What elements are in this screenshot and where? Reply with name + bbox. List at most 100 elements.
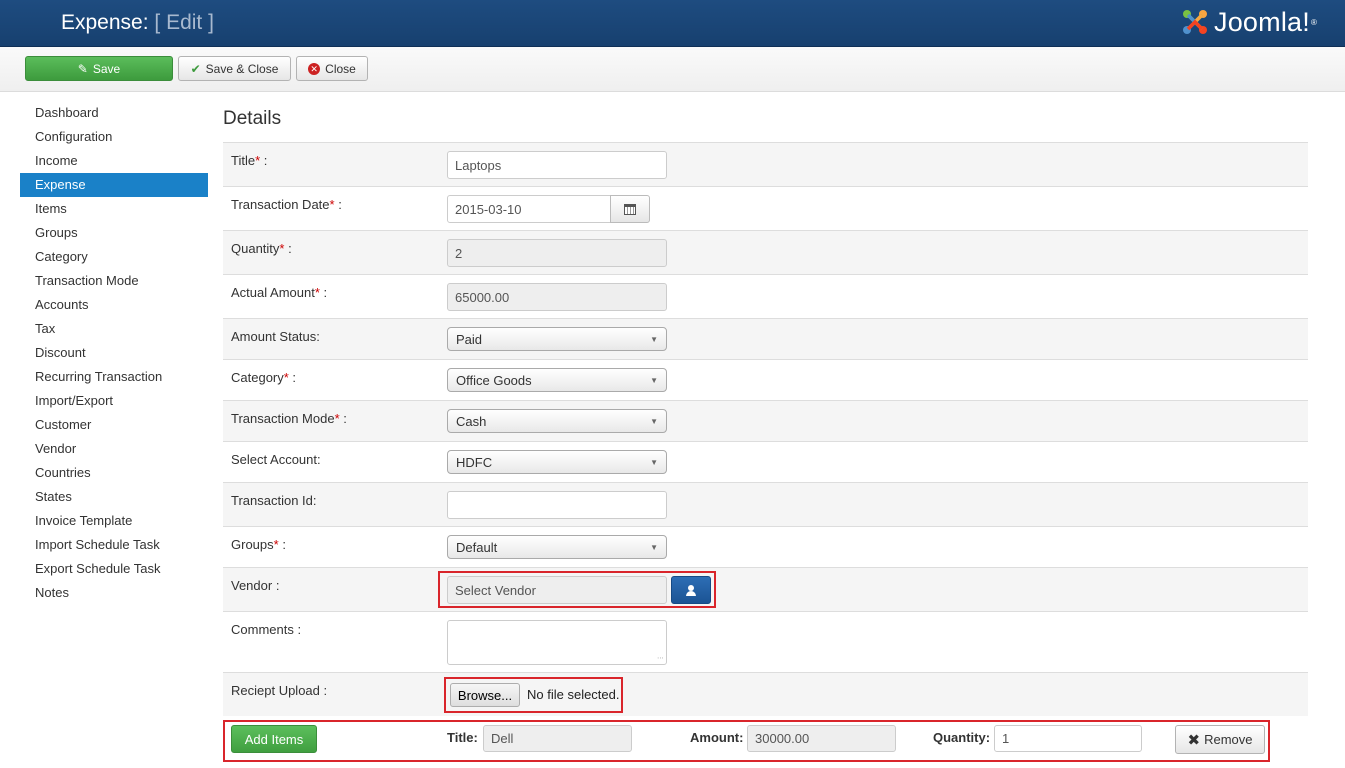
sidebar-item-export-schedule-task[interactable]: Export Schedule Task xyxy=(20,557,208,581)
groups-value: Default xyxy=(456,539,498,555)
label-colon: : xyxy=(334,197,342,212)
quantity-label-text: Quantity xyxy=(231,241,280,256)
sidebar-item-items[interactable]: Items xyxy=(20,197,208,221)
transaction-date-label: Transaction Date* : xyxy=(231,197,342,212)
sidebar-item-groups[interactable]: Groups xyxy=(20,221,208,245)
comments-textarea[interactable]: ⋯ xyxy=(447,620,667,665)
close-button[interactable]: ✕ Close xyxy=(296,56,368,81)
joomla-logo-icon xyxy=(1183,10,1207,34)
sidebar-nav: Dashboard Configuration Income Expense I… xyxy=(20,101,208,605)
form-row-comments: Comments : ⋯ xyxy=(223,611,1308,672)
transaction-id-label: Transaction Id: xyxy=(231,493,317,508)
chevron-down-icon: ▼ xyxy=(650,375,658,385)
save-close-button[interactable]: ✔ Save & Close xyxy=(178,56,291,81)
sidebar-item-countries[interactable]: Countries xyxy=(20,461,208,485)
sidebar-item-category[interactable]: Category xyxy=(20,245,208,269)
category-select[interactable]: Office Goods ▼ xyxy=(447,368,667,392)
label-colon: : xyxy=(339,411,347,426)
receipt-upload-label: Reciept Upload : xyxy=(231,683,328,698)
sidebar-item-tax[interactable]: Tax xyxy=(20,317,208,341)
sidebar-item-income[interactable]: Income xyxy=(20,149,208,173)
browse-button[interactable]: Browse... xyxy=(450,683,520,707)
save-close-button-label: Save & Close xyxy=(205,61,279,76)
transaction-id-input[interactable] xyxy=(447,491,667,519)
sidebar-item-accounts[interactable]: Accounts xyxy=(20,293,208,317)
chevron-down-icon: ▼ xyxy=(650,542,658,552)
transaction-mode-label-text: Transaction Mode xyxy=(231,411,335,426)
form-row-transaction-mode: Transaction Mode* : Cash ▼ xyxy=(223,400,1308,441)
comments-label: Comments : xyxy=(231,622,302,637)
title-label-text: Title xyxy=(231,153,256,168)
section-title: Details xyxy=(223,108,282,129)
actual-amount-input[interactable]: 65000.00 xyxy=(447,283,667,311)
file-status-text: No file selected. xyxy=(527,687,620,702)
calendar-button[interactable] xyxy=(610,195,650,223)
transaction-mode-select[interactable]: Cash ▼ xyxy=(447,409,667,433)
category-value: Office Goods xyxy=(456,372,532,388)
joomla-logo-text: Joomla! xyxy=(1214,6,1310,37)
sidebar-item-dashboard[interactable]: Dashboard xyxy=(20,101,208,125)
transaction-date-input[interactable]: 2015-03-10 xyxy=(447,195,611,223)
add-items-button[interactable]: Add Items xyxy=(231,725,317,753)
label-colon: : xyxy=(288,370,297,385)
title-input[interactable]: Laptops xyxy=(447,151,667,179)
transaction-date-label-text: Transaction Date xyxy=(231,197,330,212)
user-icon xyxy=(686,584,696,596)
form-row-vendor: Vendor : Select Vendor xyxy=(223,567,1308,611)
groups-label-text: Groups xyxy=(231,537,274,552)
item-amount-label: Amount: xyxy=(690,730,744,745)
edit-square-icon: ✎ xyxy=(77,61,88,76)
groups-label: Groups* : xyxy=(231,537,286,552)
check-icon: ✔ xyxy=(190,61,201,76)
chevron-down-icon: ▼ xyxy=(650,334,658,344)
select-account-select[interactable]: HDFC ▼ xyxy=(447,450,667,474)
form-row-category: Category* : Office Goods ▼ xyxy=(223,359,1308,400)
sidebar-item-import-export[interactable]: Import/Export xyxy=(20,389,208,413)
page-title: Expense: [ Edit ] xyxy=(61,11,214,35)
form-row-select-account: Select Account: HDFC ▼ xyxy=(223,441,1308,482)
category-label-text: Category xyxy=(231,370,284,385)
toolbar: ✎ Save ✔ Save & Close ✕ Close xyxy=(0,47,1345,92)
select-vendor-button[interactable] xyxy=(671,576,711,604)
save-button[interactable]: ✎ Save xyxy=(25,56,173,81)
calendar-icon xyxy=(624,203,636,215)
groups-select[interactable]: Default ▼ xyxy=(447,535,667,559)
joomla-logo: Joomla! ® xyxy=(1180,5,1317,39)
vendor-label: Vendor : xyxy=(231,578,280,593)
remove-label: Remove xyxy=(1204,732,1253,747)
chevron-down-icon: ▼ xyxy=(650,416,658,426)
item-title-label: Title: xyxy=(447,730,478,745)
amount-status-select[interactable]: Paid ▼ xyxy=(447,327,667,351)
sidebar-item-recurring-transaction[interactable]: Recurring Transaction xyxy=(20,365,208,389)
sidebar-item-customer[interactable]: Customer xyxy=(20,413,208,437)
sidebar-item-configuration[interactable]: Configuration xyxy=(20,125,208,149)
label-colon: : xyxy=(278,537,286,552)
sidebar-item-notes[interactable]: Notes xyxy=(20,581,208,605)
close-circle-icon: ✕ xyxy=(308,62,321,75)
quantity-input[interactable]: 2 xyxy=(447,239,667,267)
resize-grip-icon[interactable]: ⋯ xyxy=(657,655,664,662)
select-account-label: Select Account: xyxy=(231,452,321,467)
item-amount-input[interactable]: 30000.00 xyxy=(747,725,896,752)
details-form: Title* : Laptops Transaction Date* : 201… xyxy=(223,142,1308,716)
label-colon: : xyxy=(284,241,292,256)
form-row-amount-status: Amount Status: Paid ▼ xyxy=(223,318,1308,359)
vendor-input[interactable]: Select Vendor xyxy=(447,576,667,604)
sidebar-item-import-schedule-task[interactable]: Import Schedule Task xyxy=(20,533,208,557)
sidebar-item-invoice-template[interactable]: Invoice Template xyxy=(20,509,208,533)
sidebar-item-discount[interactable]: Discount xyxy=(20,341,208,365)
amount-status-label: Amount Status: xyxy=(231,329,320,344)
form-row-title: Title* : Laptops xyxy=(223,142,1308,186)
sidebar-item-transaction-mode[interactable]: Transaction Mode xyxy=(20,269,208,293)
item-quantity-input[interactable]: 1 xyxy=(994,725,1142,752)
sidebar-item-states[interactable]: States xyxy=(20,485,208,509)
remove-item-button[interactable]: ✖ Remove xyxy=(1175,725,1265,754)
sidebar-item-vendor[interactable]: Vendor xyxy=(20,437,208,461)
label-colon: : xyxy=(319,285,328,300)
transaction-mode-label: Transaction Mode* : xyxy=(231,411,347,426)
sidebar-item-expense[interactable]: Expense xyxy=(20,173,208,197)
close-button-label: Close xyxy=(325,61,356,76)
chevron-down-icon: ▼ xyxy=(650,457,658,467)
item-title-input[interactable]: Dell xyxy=(483,725,632,752)
title-label: Title* : xyxy=(231,153,267,168)
